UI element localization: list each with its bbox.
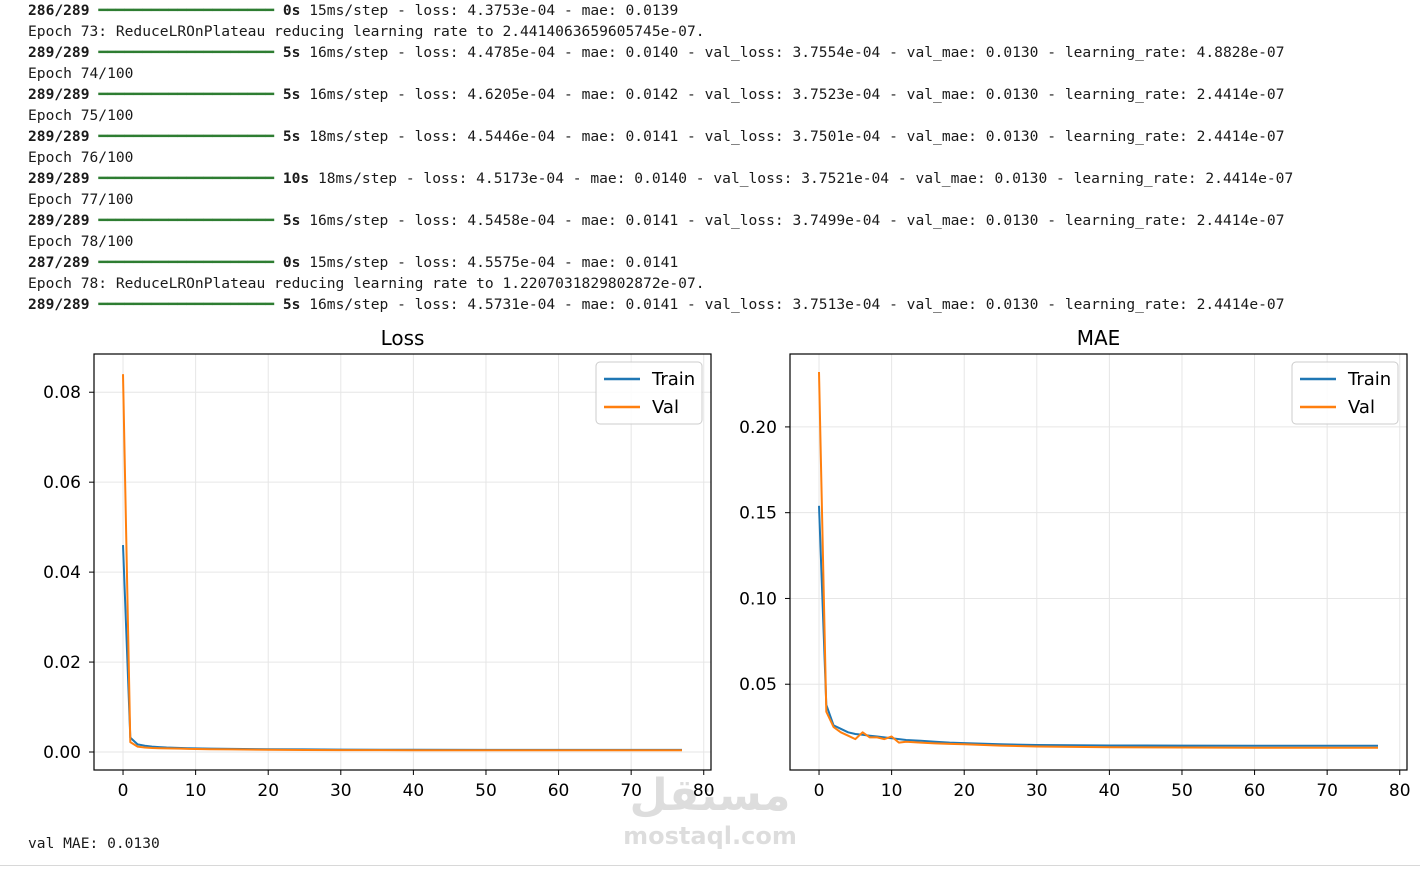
x-tick-label: 30 (330, 781, 352, 801)
x-tick-label: 10 (185, 781, 207, 801)
log-progress-line: 286/289 ━━━━━━━━━━━━━━━━━━━━ 0s 15ms/ste… (28, 0, 1408, 21)
x-tick-label: 40 (403, 781, 425, 801)
y-tick-label: 0.10 (739, 589, 777, 609)
progress-metrics: 15ms/step - loss: 4.3753e-04 - mae: 0.01… (300, 2, 679, 19)
legend-label: Val (1348, 397, 1375, 418)
training-log: 286/289 ━━━━━━━━━━━━━━━━━━━━ 0s 15ms/ste… (28, 0, 1408, 315)
x-tick-label: 20 (953, 781, 975, 801)
legend-label: Val (652, 397, 679, 418)
progress-bar: ━━━━━━━━━━━━━━━━━━━━ (98, 212, 275, 229)
log-progress-line: 289/289 ━━━━━━━━━━━━━━━━━━━━ 5s 16ms/ste… (28, 294, 1408, 315)
progress-metrics: 16ms/step - loss: 4.6205e-04 - mae: 0.01… (300, 86, 1285, 103)
x-tick-label: 70 (1316, 781, 1338, 801)
progress-seconds: 0s (282, 254, 301, 271)
log-progress-line: 289/289 ━━━━━━━━━━━━━━━━━━━━ 10s 18ms/st… (28, 168, 1408, 189)
progress-metrics: 15ms/step - loss: 4.5575e-04 - mae: 0.01… (300, 254, 679, 271)
progress-seconds: 5s (282, 212, 301, 229)
y-tick-label: 0.00 (43, 743, 81, 763)
x-tick-label: 50 (475, 781, 497, 801)
legend-label: Train (651, 369, 695, 390)
progress-seconds: 10s (282, 170, 310, 187)
x-tick-label: 60 (548, 781, 570, 801)
progress-step: 289/289 (28, 296, 90, 313)
progress-step: 289/289 (28, 170, 90, 187)
x-tick-label: 50 (1171, 781, 1193, 801)
log-text-line: Epoch 73: ReduceLROnPlateau reducing lea… (28, 23, 705, 40)
log-progress-line: 289/289 ━━━━━━━━━━━━━━━━━━━━ 5s 16ms/ste… (28, 42, 1408, 63)
y-tick-label: 0.02 (43, 653, 81, 673)
y-tick-label: 0.06 (43, 473, 81, 493)
x-tick-label: 30 (1026, 781, 1048, 801)
chart-title: MAE (1077, 326, 1121, 350)
log-progress-line: 289/289 ━━━━━━━━━━━━━━━━━━━━ 5s 16ms/ste… (28, 210, 1408, 231)
y-tick-label: 0.08 (43, 383, 81, 403)
log-text-line: Epoch 77/100 (28, 191, 134, 208)
progress-step: 286/289 (28, 2, 90, 19)
mae-chart: 0 10 20 30 40 50 60 70 80 0.05 0.10 0.15 0.20 MAE Trai… (739, 326, 1411, 801)
log-text-line: Epoch 78/100 (28, 233, 134, 250)
x-tick-label: 10 (881, 781, 903, 801)
val-mae-output: val MAE: 0.0130 (28, 835, 160, 852)
x-tick-label: 20 (257, 781, 279, 801)
y-tick-label: 0.15 (739, 504, 777, 524)
log-text-line: Epoch 74/100 (28, 65, 134, 82)
chart-title: Loss (381, 326, 425, 350)
x-tick-label: 0 (814, 781, 825, 801)
progress-metrics: 16ms/step - loss: 4.5731e-04 - mae: 0.01… (300, 296, 1285, 313)
progress-step: 289/289 (28, 44, 90, 61)
progress-bar: ━━━━━━━━━━━━━━━━━━━━ (98, 86, 275, 103)
x-tick-label: 40 (1099, 781, 1121, 801)
progress-metrics: 18ms/step - loss: 4.5446e-04 - mae: 0.01… (300, 128, 1285, 145)
log-progress-line: 289/289 ━━━━━━━━━━━━━━━━━━━━ 5s 18ms/ste… (28, 126, 1408, 147)
progress-step: 289/289 (28, 86, 90, 103)
watermark-arabic: مستقل (629, 770, 791, 821)
progress-bar: ━━━━━━━━━━━━━━━━━━━━ (98, 254, 275, 271)
output-divider (0, 865, 1420, 866)
progress-step: 289/289 (28, 212, 90, 229)
y-tick-label: 0.05 (739, 675, 777, 695)
progress-seconds: 0s (282, 2, 301, 19)
x-tick-label: 0 (118, 781, 129, 801)
watermark-logo: مستقل mostaql.com (620, 770, 800, 860)
y-tick-label: 0.04 (43, 563, 81, 583)
progress-bar: ━━━━━━━━━━━━━━━━━━━━ (98, 44, 275, 61)
log-progress-line: 287/289 ━━━━━━━━━━━━━━━━━━━━ 0s 15ms/ste… (28, 252, 1408, 273)
progress-step: 287/289 (28, 254, 90, 271)
legend-label: Train (1347, 369, 1391, 390)
watermark-latin: mostaql.com (623, 822, 797, 850)
progress-bar: ━━━━━━━━━━━━━━━━━━━━ (98, 2, 275, 19)
progress-bar: ━━━━━━━━━━━━━━━━━━━━ (98, 296, 275, 313)
progress-metrics: 18ms/step - loss: 4.5173e-04 - mae: 0.01… (309, 170, 1294, 187)
progress-metrics: 16ms/step - loss: 4.4785e-04 - mae: 0.01… (300, 44, 1285, 61)
x-tick-label: 80 (1389, 781, 1411, 801)
x-tick-label: 60 (1244, 781, 1266, 801)
log-text-line: Epoch 76/100 (28, 149, 134, 166)
progress-bar: ━━━━━━━━━━━━━━━━━━━━ (98, 128, 275, 145)
progress-step: 289/289 (28, 128, 90, 145)
progress-seconds: 5s (282, 296, 301, 313)
progress-seconds: 5s (282, 86, 301, 103)
log-progress-line: 289/289 ━━━━━━━━━━━━━━━━━━━━ 5s 16ms/ste… (28, 84, 1408, 105)
progress-seconds: 5s (282, 128, 301, 145)
y-tick-label: 0.20 (739, 418, 777, 438)
progress-metrics: 16ms/step - loss: 4.5458e-04 - mae: 0.01… (300, 212, 1285, 229)
log-text-line: Epoch 78: ReduceLROnPlateau reducing lea… (28, 275, 705, 292)
log-text-line: Epoch 75/100 (28, 107, 134, 124)
loss-chart: 0 10 20 30 40 50 60 70 800.000.020.040.060.08Los… (43, 326, 714, 801)
progress-bar: ━━━━━━━━━━━━━━━━━━━━ (98, 170, 275, 187)
progress-seconds: 5s (282, 44, 301, 61)
